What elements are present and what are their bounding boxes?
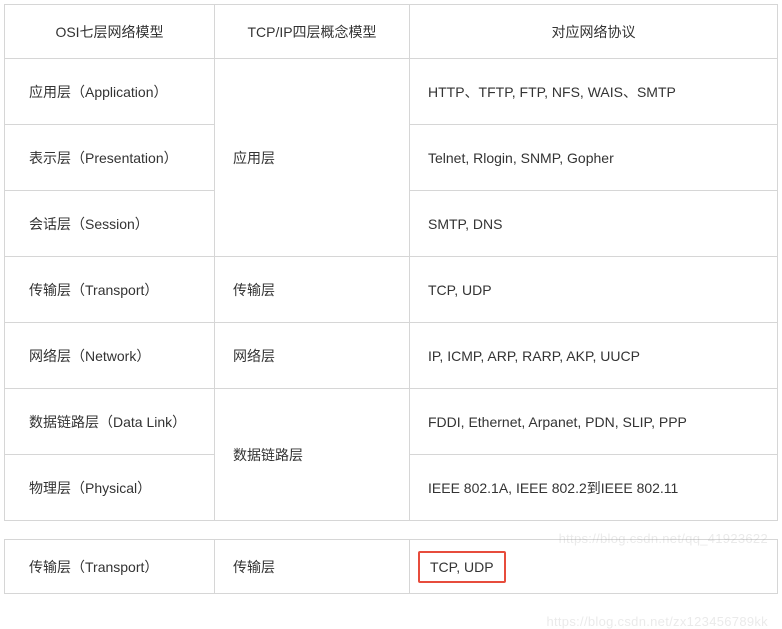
table-row: 网络层（Network） 网络层 IP, ICMP, ARP, RARP, AK…	[5, 323, 778, 389]
snippet-osi: 传输层（Transport）	[5, 540, 215, 594]
cell-osi: 网络层（Network）	[5, 323, 215, 389]
cell-proto: IEEE 802.1A, IEEE 802.2到IEEE 802.11	[410, 455, 778, 521]
cell-osi: 物理层（Physical）	[5, 455, 215, 521]
table-header-row: OSI七层网络模型 TCP/IP四层概念模型 对应网络协议	[5, 5, 778, 59]
table-row: 数据链路层（Data Link） 数据链路层 FDDI, Ethernet, A…	[5, 389, 778, 455]
snippet-tcpip: 传输层	[215, 540, 410, 594]
cell-proto: IP, ICMP, ARP, RARP, AKP, UUCP	[410, 323, 778, 389]
table-row: 传输层（Transport） 传输层 TCP, UDP	[5, 540, 778, 594]
cell-osi: 表示层（Presentation）	[5, 125, 215, 191]
watermark-text: https://blog.csdn.net/zx123456789kk	[546, 614, 768, 629]
cell-tcpip: 应用层	[215, 59, 410, 257]
cell-tcpip: 网络层	[215, 323, 410, 389]
cell-proto: TCP, UDP	[410, 257, 778, 323]
cell-osi: 应用层（Application）	[5, 59, 215, 125]
cell-tcpip: 数据链路层	[215, 389, 410, 521]
transport-snippet-table: 传输层（Transport） 传输层 TCP, UDP	[4, 539, 778, 594]
cell-tcpip: 传输层	[215, 257, 410, 323]
cell-proto: SMTP, DNS	[410, 191, 778, 257]
highlighted-protocol: TCP, UDP	[418, 551, 506, 583]
network-model-table: OSI七层网络模型 TCP/IP四层概念模型 对应网络协议 应用层（Applic…	[4, 4, 778, 521]
table-row: 传输层（Transport） 传输层 TCP, UDP	[5, 257, 778, 323]
table-row: 应用层（Application） 应用层 HTTP、TFTP, FTP, NFS…	[5, 59, 778, 125]
snippet-proto: TCP, UDP	[410, 540, 778, 594]
cell-osi: 会话层（Session）	[5, 191, 215, 257]
header-tcpip: TCP/IP四层概念模型	[215, 5, 410, 59]
cell-osi: 数据链路层（Data Link）	[5, 389, 215, 455]
cell-proto: Telnet, Rlogin, SNMP, Gopher	[410, 125, 778, 191]
cell-osi: 传输层（Transport）	[5, 257, 215, 323]
cell-proto: FDDI, Ethernet, Arpanet, PDN, SLIP, PPP	[410, 389, 778, 455]
header-osi: OSI七层网络模型	[5, 5, 215, 59]
cell-proto: HTTP、TFTP, FTP, NFS, WAIS、SMTP	[410, 59, 778, 125]
header-proto: 对应网络协议	[410, 5, 778, 59]
